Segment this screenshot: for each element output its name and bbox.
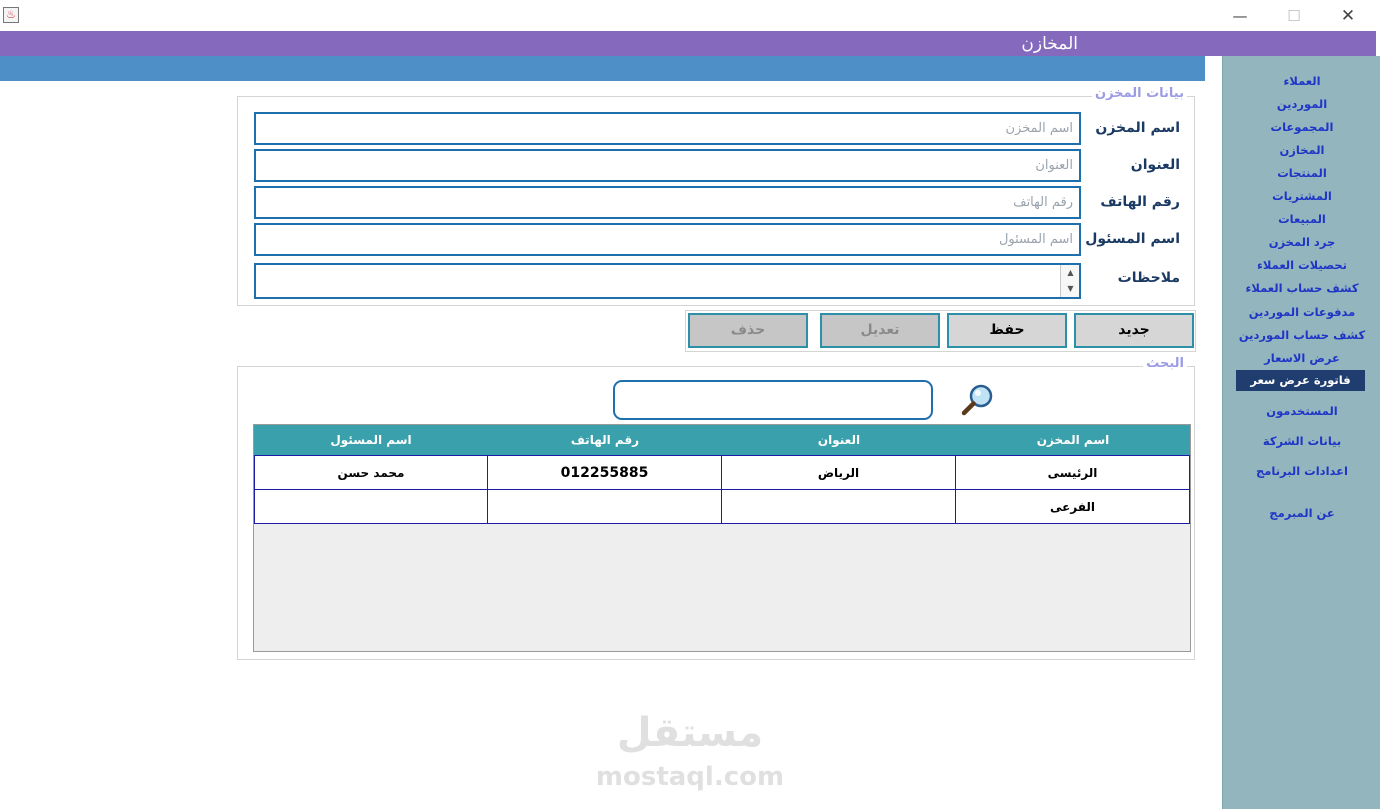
sidebar-item-users[interactable]: المستخدمون [1223,404,1380,418]
sidebar-item-about[interactable]: عن المبرمج [1223,506,1380,520]
header-bar [0,56,1205,81]
table-cell[interactable]: الرياض [721,455,956,490]
sidebar-item-company-info[interactable]: بيانات الشركة [1223,434,1380,448]
sidebar-item-sales[interactable]: المبيعات [1223,212,1380,226]
sidebar-item-supplier-statement[interactable]: كشف حساب الموردين [1223,328,1380,342]
maximize-button[interactable]: ☐ [1271,4,1317,28]
sidebar-item-supplier-payments[interactable]: مدفوعات الموردين [1223,305,1380,319]
manager-input[interactable] [254,223,1081,256]
table-cell[interactable] [721,489,956,524]
search-legend: البحث [1143,356,1187,371]
address-label: العنوان [1130,157,1180,173]
save-button[interactable]: حفظ [947,313,1067,348]
table-cell[interactable] [487,489,722,524]
notes-scrollbar[interactable]: ▲ ▼ [1060,265,1079,297]
sidebar-item-settings[interactable]: اعدادات البرنامج [1223,464,1380,478]
sidebar-item-warehouses[interactable]: المخازن [1223,143,1380,157]
phone-label: رقم الهاتف [1100,194,1180,210]
sidebar-item-purchases[interactable]: المشتريات [1223,189,1380,203]
address-input[interactable] [254,149,1081,182]
sidebar-item-customer-collections[interactable]: تحصيلات العملاء [1223,258,1380,272]
sidebar-item-quote-invoice[interactable]: فاتورة عرض سعر [1236,370,1365,391]
watermark-logo: مستقل [616,710,764,756]
sidebar-item-inventory[interactable]: جرد المخزن [1223,235,1380,249]
title-bar [0,31,1376,56]
notes-label: ملاحظات [1117,270,1180,286]
edit-button[interactable]: تعديل [820,313,940,348]
table-header-manager[interactable]: اسم المسئول [254,425,488,455]
table-header-address[interactable]: العنوان [722,425,956,455]
java-app-icon: ♨ [3,7,19,23]
scroll-up-icon[interactable]: ▲ [1061,265,1080,281]
sidebar-item-groups[interactable]: المجموعات [1223,120,1380,134]
table-cell[interactable]: الفرعى [955,489,1190,524]
warehouse-name-input[interactable] [254,112,1081,145]
sidebar: العملاء الموردين المجموعات المخازن المنت… [1222,56,1380,809]
phone-input[interactable] [254,186,1081,219]
search-icon[interactable] [960,382,996,418]
warehouse-name-label: اسم المخزن [1095,120,1180,136]
table-cell[interactable]: محمد حسن [254,455,488,490]
table-header-phone[interactable]: رقم الهاتف [488,425,722,455]
minimize-button[interactable]: — [1217,4,1263,28]
warehouses-table: اسم المخزن العنوان رقم الهاتف اسم المسئو… [253,424,1191,652]
delete-button[interactable]: حذف [688,313,808,348]
sidebar-item-price-quotes[interactable]: عرض الاسعار [1223,351,1380,365]
table-header-name[interactable]: اسم المخزن [956,425,1190,455]
scroll-down-icon[interactable]: ▼ [1061,281,1080,297]
new-button[interactable]: جديد [1074,313,1194,348]
manager-label: اسم المسئول [1085,231,1180,247]
sidebar-item-suppliers[interactable]: الموردين [1223,97,1380,111]
watermark-url: mostaql.com [595,762,785,792]
window-titlebar [0,0,1380,31]
sidebar-item-customers[interactable]: العملاء [1223,74,1380,88]
table-cell[interactable]: 012255885 [487,455,722,490]
table-cell[interactable]: الرئيسى [955,455,1190,490]
search-input[interactable] [613,380,933,420]
form-legend: بيانات المخزن [1091,86,1187,101]
page-title: المخازن [1021,34,1078,54]
sidebar-item-customer-statement[interactable]: كشف حساب العملاء [1223,281,1380,295]
table-cell[interactable] [254,489,488,524]
notes-textarea[interactable] [254,263,1081,299]
sidebar-item-products[interactable]: المنتجات [1223,166,1380,180]
close-button[interactable]: ✕ [1325,4,1371,28]
